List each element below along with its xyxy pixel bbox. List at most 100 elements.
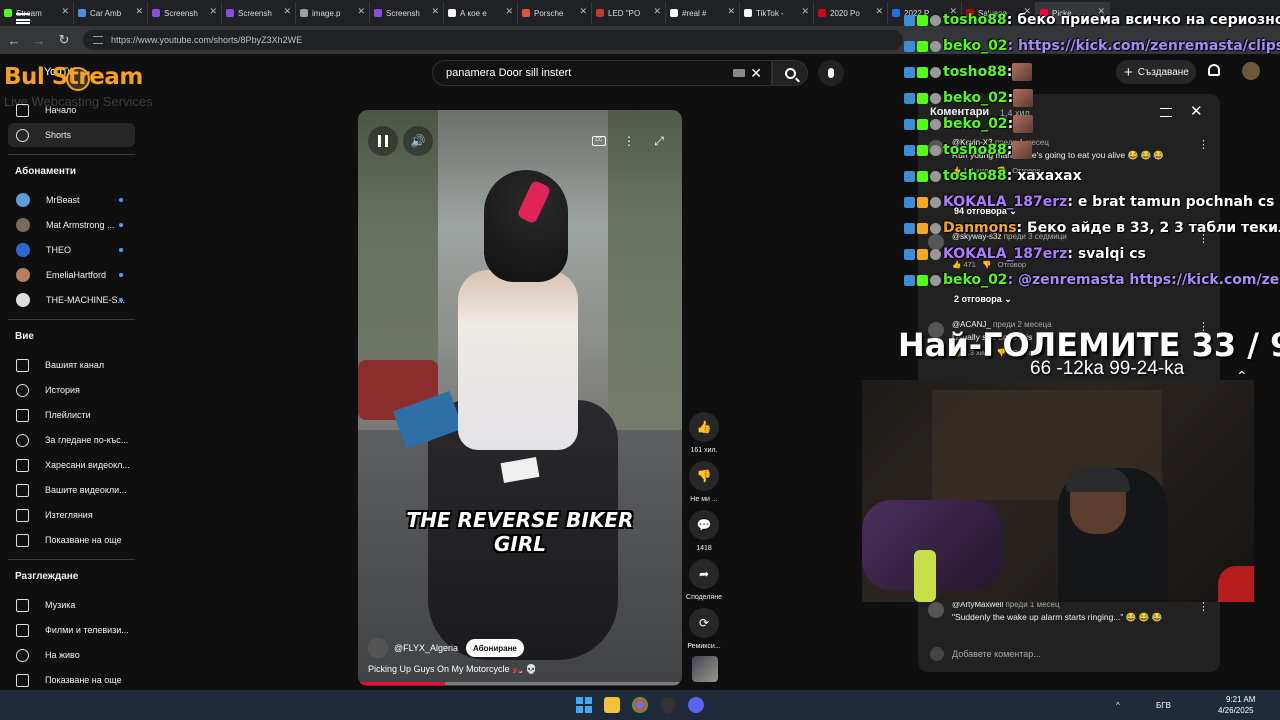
volume-button[interactable]: 🔊 bbox=[403, 126, 433, 156]
more-options-button[interactable]: ⋮ bbox=[614, 126, 644, 156]
chat-username[interactable]: beko_02 bbox=[943, 90, 1008, 106]
clock-date[interactable]: 4/26/2025 bbox=[1218, 706, 1254, 715]
tab-close-icon[interactable]: ✕ bbox=[61, 6, 69, 17]
sidebar-item[interactable]: Музика bbox=[8, 593, 135, 617]
browser-tab[interactable]: А кое е ✕ bbox=[444, 2, 518, 24]
chat-username[interactable]: beko_02 bbox=[943, 116, 1008, 132]
clock-time[interactable]: 9:21 AM bbox=[1226, 695, 1255, 704]
explore-heading[interactable]: Разглеждане bbox=[15, 571, 78, 582]
like-action[interactable]: 👍 161 хил. bbox=[684, 412, 724, 454]
chat-username[interactable]: beko_02 bbox=[943, 272, 1008, 288]
search-button[interactable] bbox=[772, 60, 808, 86]
create-button[interactable]: + Създаване bbox=[1116, 60, 1196, 84]
remix-action[interactable]: ⟳ Ремикси... bbox=[684, 608, 724, 650]
keyboard-icon[interactable] bbox=[733, 69, 745, 77]
chat-username[interactable]: KOKALA_187erz bbox=[943, 194, 1067, 210]
tab-close-icon[interactable]: ✕ bbox=[579, 6, 587, 17]
browser-tab[interactable]: Stream ✕ bbox=[0, 2, 74, 24]
browser-tab[interactable]: image.p ✕ bbox=[296, 2, 370, 24]
site-settings-icon[interactable] bbox=[93, 36, 103, 44]
comment-icon[interactable]: 💬 bbox=[689, 510, 719, 540]
keyboard-language[interactable]: БГВ bbox=[1156, 701, 1171, 710]
chat-username[interactable]: tosho88 bbox=[943, 64, 1007, 80]
short-title[interactable]: Picking Up Guys On My Motorcycle 🏍️ 💀 bbox=[368, 664, 537, 675]
sidebar-item[interactable]: За гледане по-къс... bbox=[8, 428, 135, 452]
sidebar-item[interactable]: Вашите видеокли... bbox=[8, 478, 135, 502]
menu-icon[interactable] bbox=[16, 13, 30, 24]
comment-avatar[interactable] bbox=[928, 602, 944, 618]
tab-close-icon[interactable]: ✕ bbox=[653, 6, 661, 17]
chat-username[interactable]: tosho88 bbox=[943, 12, 1007, 28]
chat-username[interactable]: tosho88 bbox=[943, 142, 1007, 158]
you-heading[interactable]: Вие bbox=[15, 331, 34, 342]
subscribe-button[interactable]: Абониране bbox=[466, 639, 524, 657]
close-icon[interactable]: ✕ bbox=[1190, 102, 1203, 120]
dislike-icon[interactable]: 👎 bbox=[689, 461, 719, 491]
chat-username[interactable]: KOKALA_187erz bbox=[943, 246, 1067, 262]
add-comment-input[interactable]: Добавете коментар... bbox=[918, 640, 1220, 668]
comment-action[interactable]: 💬 1418 bbox=[684, 510, 724, 552]
fullscreen-button[interactable]: ⤢ bbox=[644, 126, 674, 156]
search-input[interactable]: panamera Door sill instert ✕ bbox=[432, 60, 772, 86]
sidebar-item[interactable]: Показване на още bbox=[8, 668, 135, 692]
sort-icon[interactable] bbox=[1160, 108, 1172, 117]
tab-close-icon[interactable]: ✕ bbox=[357, 6, 365, 17]
sidebar-item[interactable]: Вашият канал bbox=[8, 353, 135, 377]
sidebar-item[interactable]: THEO bbox=[8, 238, 135, 262]
chrome-icon[interactable] bbox=[632, 697, 648, 713]
notifications-bell-icon[interactable] bbox=[1208, 64, 1220, 76]
share-icon[interactable]: ➦ bbox=[689, 559, 719, 589]
address-bar[interactable]: https://www.youtube.com/shorts/8PbyZ3Xh2… bbox=[83, 30, 903, 50]
browser-tab[interactable]: Screensh ✕ bbox=[222, 2, 296, 24]
remix-icon[interactable]: ⟳ bbox=[689, 608, 719, 638]
channel-name[interactable]: @FLYX_Algeria bbox=[394, 643, 458, 653]
sidebar-item[interactable]: Изтегляния bbox=[8, 503, 135, 527]
obs-icon[interactable] bbox=[660, 697, 676, 713]
discord-icon[interactable] bbox=[688, 697, 704, 713]
tab-close-icon[interactable]: ✕ bbox=[505, 6, 513, 17]
sidebar-item[interactable]: Филми и телевизи... bbox=[8, 618, 135, 642]
file-explorer-icon[interactable] bbox=[604, 697, 620, 713]
account-avatar[interactable] bbox=[1242, 62, 1260, 80]
tray-chevron-icon[interactable]: ^ bbox=[1116, 701, 1120, 710]
share-action[interactable]: ➦ Споделяне bbox=[684, 559, 724, 601]
video-progress-bar[interactable] bbox=[358, 682, 682, 685]
reload-icon[interactable]: ↻ bbox=[53, 29, 75, 51]
browser-tab[interactable]: Screensh ✕ bbox=[370, 2, 444, 24]
sidebar-item[interactable]: Shorts bbox=[8, 123, 135, 147]
sidebar-item[interactable]: Mat Armstrong ... bbox=[8, 213, 135, 237]
windows-start-icon[interactable] bbox=[576, 697, 592, 713]
sidebar-item[interactable]: На живо bbox=[8, 643, 135, 667]
like-icon[interactable]: 👍 bbox=[689, 412, 719, 442]
comment-more-icon[interactable]: ⋮ bbox=[1198, 138, 1209, 151]
browser-tab[interactable]: TikTok - ✕ bbox=[740, 2, 814, 24]
tab-close-icon[interactable]: ✕ bbox=[431, 6, 439, 17]
back-icon[interactable]: ← bbox=[3, 29, 25, 51]
browser-tab[interactable]: 2020 Po ✕ bbox=[814, 2, 888, 24]
browser-tab[interactable]: Porsche ✕ bbox=[518, 2, 592, 24]
chat-username[interactable]: beko_02 bbox=[943, 38, 1008, 54]
browser-tab[interactable]: Screensh ✕ bbox=[148, 2, 222, 24]
sidebar-item[interactable]: История bbox=[8, 378, 135, 402]
sidebar-item[interactable]: THE-MACHINE-S... bbox=[8, 288, 135, 312]
sidebar-item[interactable]: Харесани видеокл... bbox=[8, 453, 135, 477]
browser-tab[interactable]: Car Amb ✕ bbox=[74, 2, 148, 24]
tab-close-icon[interactable]: ✕ bbox=[875, 6, 883, 17]
tab-close-icon[interactable]: ✕ bbox=[727, 6, 735, 17]
forward-icon[interactable]: → bbox=[28, 29, 50, 51]
pause-button[interactable] bbox=[368, 126, 398, 156]
dislike-action[interactable]: 👎 Не ми ... bbox=[684, 461, 724, 503]
channel-avatar[interactable] bbox=[368, 638, 388, 658]
tab-close-icon[interactable]: ✕ bbox=[283, 6, 291, 17]
sidebar-item[interactable]: Показване на още bbox=[8, 528, 135, 552]
sidebar-item[interactable]: Начало bbox=[8, 98, 135, 122]
browser-tab[interactable]: #real # ✕ bbox=[666, 2, 740, 24]
captions-button[interactable]: CC bbox=[584, 126, 614, 156]
replies-toggle[interactable]: 2 отговора ⌄ bbox=[954, 294, 1012, 305]
browser-tab[interactable]: LED "PO ✕ bbox=[592, 2, 666, 24]
tab-close-icon[interactable]: ✕ bbox=[209, 6, 217, 17]
chat-username[interactable]: Danmons bbox=[943, 220, 1017, 236]
tab-close-icon[interactable]: ✕ bbox=[801, 6, 809, 17]
sidebar-item[interactable]: Плейлисти bbox=[8, 403, 135, 427]
clear-search-icon[interactable]: ✕ bbox=[750, 65, 762, 82]
